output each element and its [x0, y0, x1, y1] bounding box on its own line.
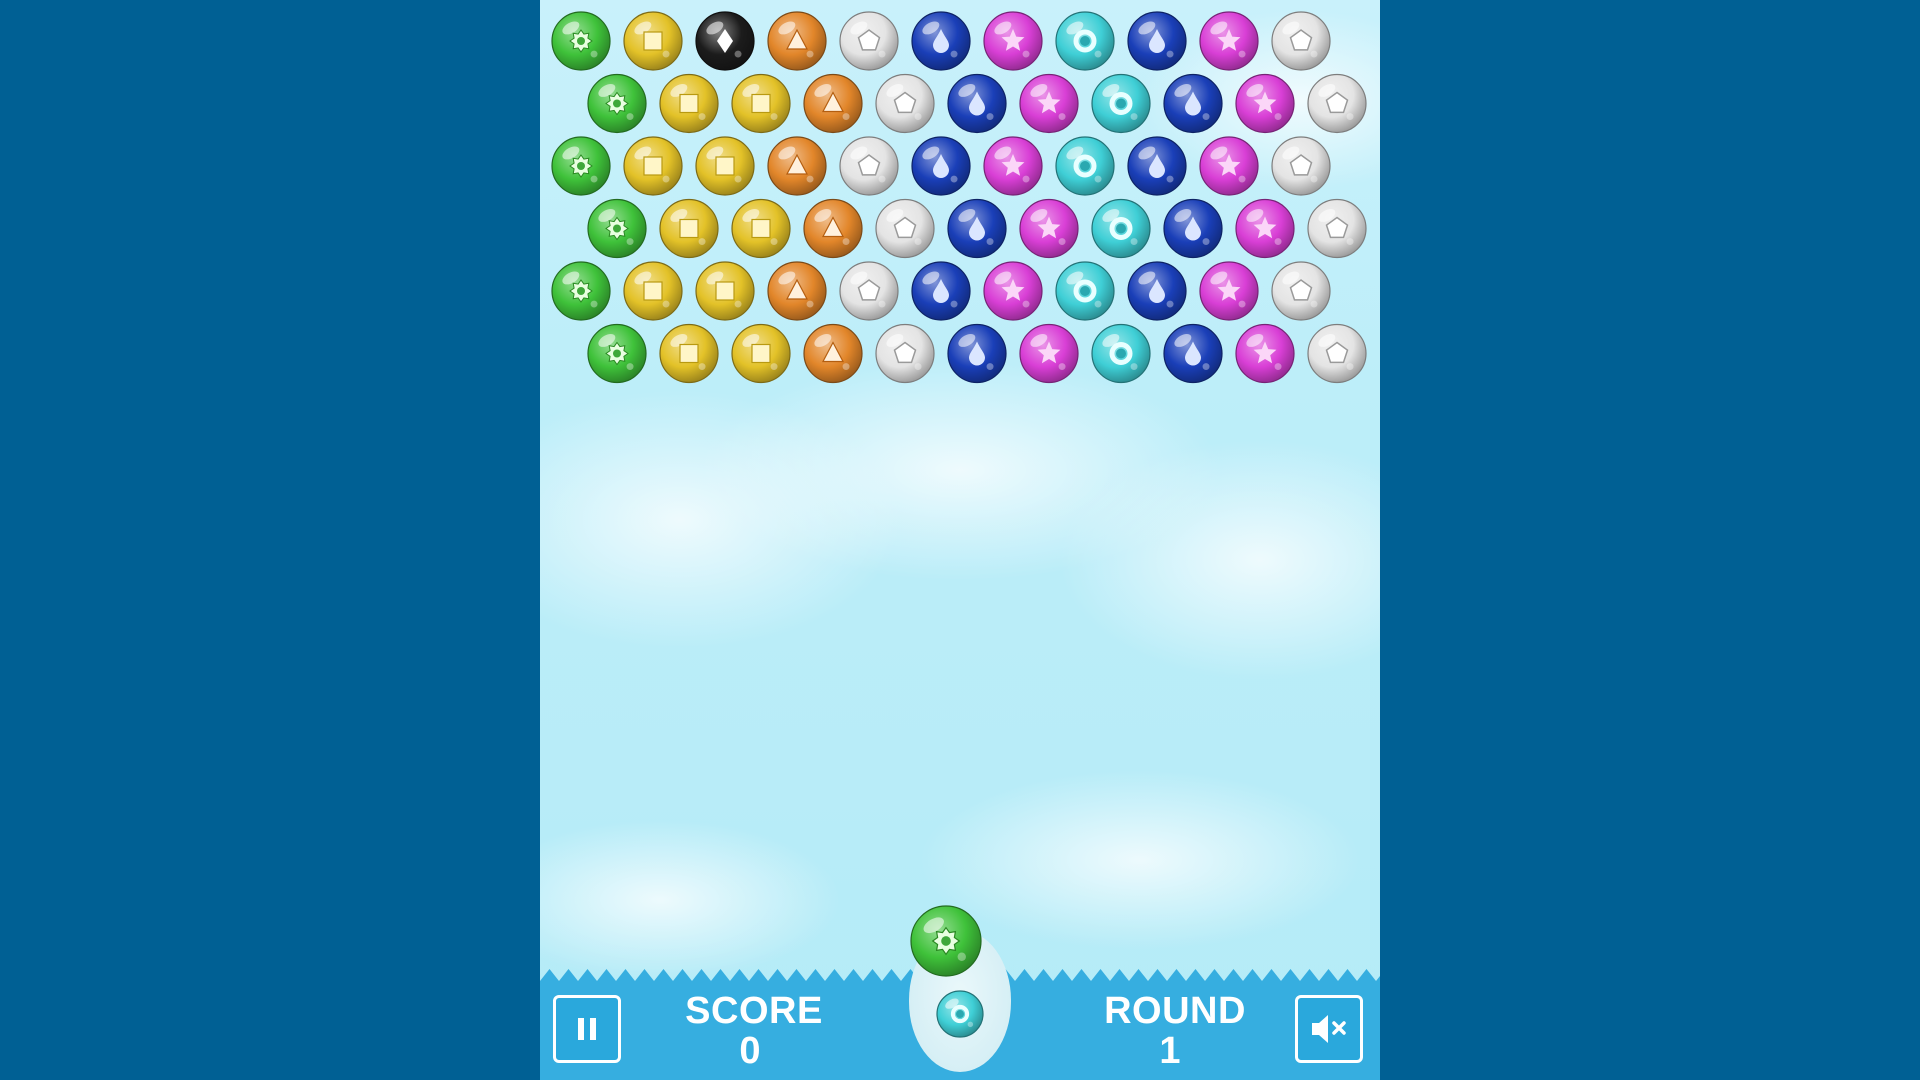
bubble-white [875, 73, 935, 134]
bubble-teal [1055, 261, 1115, 321]
bubble-white [839, 261, 899, 321]
pause-button[interactable] [553, 995, 621, 1063]
next-bubble[interactable] [936, 990, 984, 1038]
bubble-yellow [659, 198, 719, 259]
bubble-magenta [1199, 261, 1259, 321]
score-value: 0 [739, 1030, 761, 1072]
bubble-orange [767, 11, 827, 71]
bubble-yellow [731, 198, 791, 259]
bubble-orange [767, 261, 827, 321]
bubble-blue [947, 73, 1007, 134]
bubble-white [1271, 11, 1331, 71]
mute-button[interactable] [1295, 995, 1363, 1063]
bubble-yellow [731, 73, 791, 134]
current-bubble[interactable] [910, 905, 982, 977]
next-bubble-ball [936, 990, 984, 1038]
bubble-blue [1163, 73, 1223, 134]
bubble-magenta [1235, 73, 1295, 134]
bubble-blue [1127, 11, 1187, 71]
speaker-muted-icon [1312, 1015, 1346, 1043]
bubble-blue [947, 198, 1007, 259]
bubble-teal [1055, 11, 1115, 71]
bubble-white [1307, 73, 1367, 134]
bubble-orange [767, 136, 827, 196]
bubble-orange [803, 198, 863, 259]
current-bubble-ball [910, 905, 982, 977]
bubble-yellow [731, 323, 791, 384]
bubble-green [551, 136, 611, 196]
bubble-magenta [1019, 323, 1079, 384]
bubble-yellow [695, 136, 755, 196]
bubble-teal [1055, 136, 1115, 196]
bubble-magenta [1199, 136, 1259, 196]
bubble-blue [947, 323, 1007, 384]
game-area[interactable]: SCORE 0 ROUND 1 [540, 0, 1380, 1080]
bubble-yellow [695, 261, 755, 321]
bubble-magenta [1199, 11, 1259, 71]
bubble-white [1271, 261, 1331, 321]
bubble-magenta [1235, 198, 1295, 259]
bubble-green [587, 323, 647, 384]
round-value: 1 [1159, 1030, 1181, 1072]
bubble-grid [551, 11, 1367, 384]
bubble-magenta [983, 136, 1043, 196]
score-label: SCORE [685, 990, 823, 1032]
bubble-yellow [623, 261, 683, 321]
bubble-blue [911, 136, 971, 196]
bubble-blue [911, 261, 971, 321]
bubble-white [839, 136, 899, 196]
bubble-teal [1091, 323, 1151, 384]
pause-icon [578, 1018, 596, 1040]
bubble-orange [803, 73, 863, 134]
bubble-white [839, 11, 899, 71]
bubble-blue [1163, 198, 1223, 259]
bubble-magenta [1235, 323, 1295, 384]
bubble-white [875, 323, 935, 384]
bubble-magenta [1019, 73, 1079, 134]
bubble-magenta [983, 11, 1043, 71]
bubble-green [551, 261, 611, 321]
bubble-blue [1163, 323, 1223, 384]
bubble-yellow [623, 136, 683, 196]
bubble-white [1307, 198, 1367, 259]
round-label: ROUND [1104, 990, 1246, 1032]
bubble-blue [1127, 136, 1187, 196]
bubble-magenta [983, 261, 1043, 321]
bubble-green [551, 11, 611, 71]
bubble-blue [1127, 261, 1187, 321]
bubble-black [695, 11, 755, 71]
bubble-teal [1091, 73, 1151, 134]
bubble-yellow [623, 11, 683, 71]
bubble-magenta [1019, 198, 1079, 259]
bubble-green [587, 73, 647, 134]
bubble-yellow [659, 73, 719, 134]
bubble-yellow [659, 323, 719, 384]
bubble-green [587, 198, 647, 259]
bubble-white [875, 198, 935, 259]
bubble-white [1271, 136, 1331, 196]
bubble-teal [1091, 198, 1151, 259]
bubble-blue [911, 11, 971, 71]
bubble-white [1307, 323, 1367, 384]
bubble-orange [803, 323, 863, 384]
